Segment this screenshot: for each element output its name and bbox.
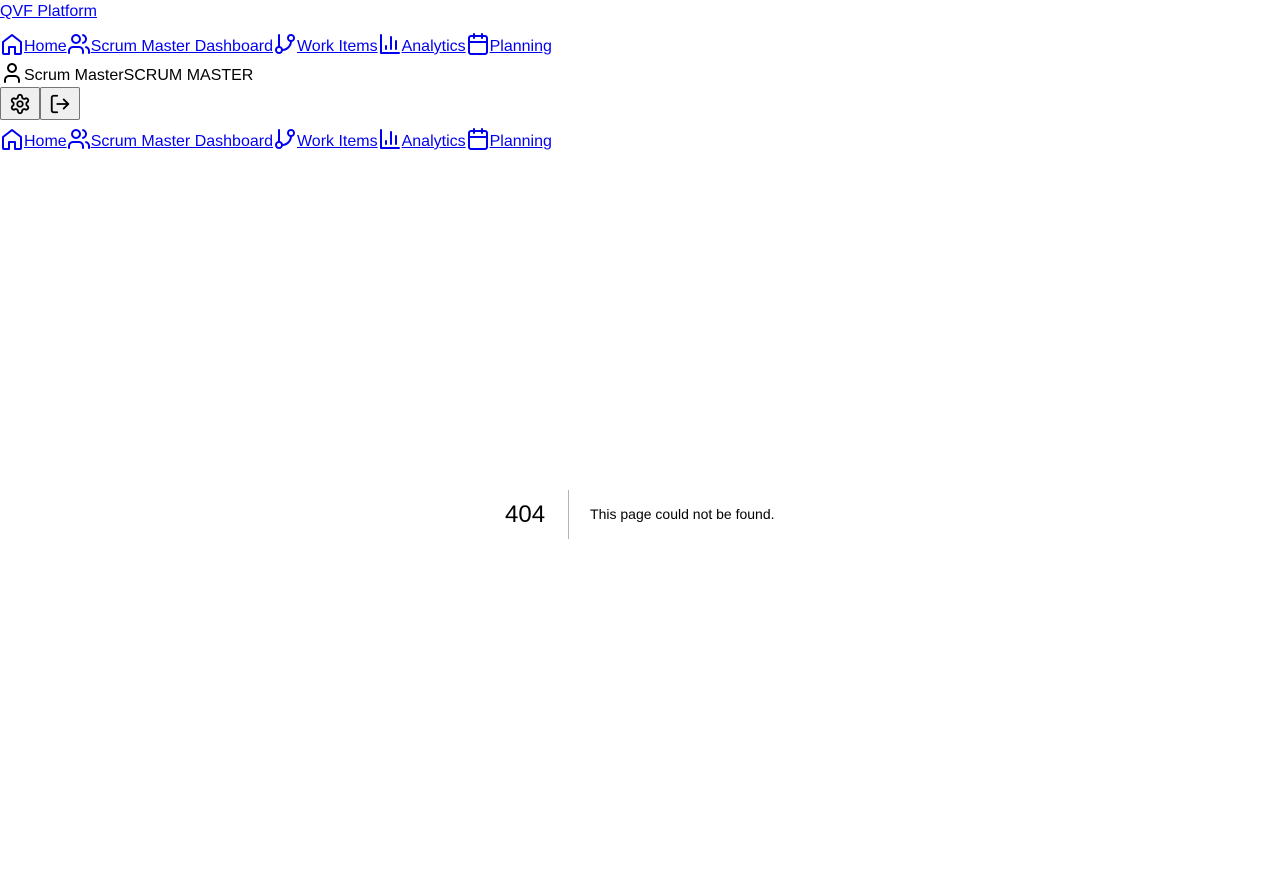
bar-chart-icon [378, 32, 402, 56]
error-text: This page could not be found. [590, 506, 775, 522]
user-actions [0, 87, 1280, 120]
logout-icon [49, 93, 71, 115]
logout-button[interactable] [40, 87, 80, 120]
mobile-nav-item-home[interactable]: Home [0, 127, 67, 151]
nav-label-home: Home [24, 133, 67, 150]
nav-item-analytics[interactable]: Analytics [378, 32, 466, 56]
nav-label-scrum-master-dashboard: Scrum Master Dashboard [90, 38, 273, 55]
nav-item-planning[interactable]: Planning [466, 32, 552, 56]
nav-item-work-items[interactable]: Work Items [273, 32, 378, 56]
git-branch-icon [273, 32, 297, 56]
mobile-nav-item-planning[interactable]: Planning [466, 127, 552, 151]
home-icon [0, 32, 24, 56]
nav-label-home: Home [24, 38, 67, 55]
nav-label-analytics: Analytics [401, 133, 466, 150]
user-name: Scrum Master [24, 67, 124, 84]
home-icon [0, 127, 24, 151]
users-icon [67, 32, 91, 56]
user-role: SCRUM MASTER [123, 67, 254, 84]
nav-label-scrum-master-dashboard: Scrum Master Dashboard [90, 133, 273, 150]
nav-label-analytics: Analytics [401, 38, 466, 55]
nav-label-planning: Planning [489, 38, 552, 55]
nav-label-planning: Planning [489, 133, 552, 150]
users-icon [67, 127, 91, 151]
not-found-message: 404 This page could not be found. [505, 490, 775, 539]
mobile-nav-item-analytics[interactable]: Analytics [378, 127, 466, 151]
settings-button[interactable] [0, 87, 40, 120]
user-info: Scrum Master SCRUM MASTER [0, 53, 1280, 85]
nav-label-work-items: Work Items [296, 133, 378, 150]
user-icon [0, 61, 24, 85]
mobile-nav-item-scrum-master-dashboard[interactable]: Scrum Master Dashboard [67, 127, 273, 151]
brand-link[interactable]: QVF Platform [0, 0, 1280, 24]
calendar-icon [466, 127, 490, 151]
nav-label-work-items: Work Items [296, 38, 378, 55]
settings-icon [9, 93, 31, 115]
git-branch-icon [273, 127, 297, 151]
nav-item-home[interactable]: Home [0, 32, 67, 56]
bar-chart-icon [378, 127, 402, 151]
error-code: 404 [505, 490, 570, 539]
secondary-nav: Home Scrum Master Dashboard Work Items A… [0, 120, 1280, 151]
mobile-nav-item-work-items[interactable]: Work Items [273, 127, 378, 151]
top-nav: Home Scrum Master Dashboard Work Items A… [0, 24, 1280, 56]
calendar-icon [466, 32, 490, 56]
nav-item-scrum-master-dashboard[interactable]: Scrum Master Dashboard [67, 32, 273, 56]
